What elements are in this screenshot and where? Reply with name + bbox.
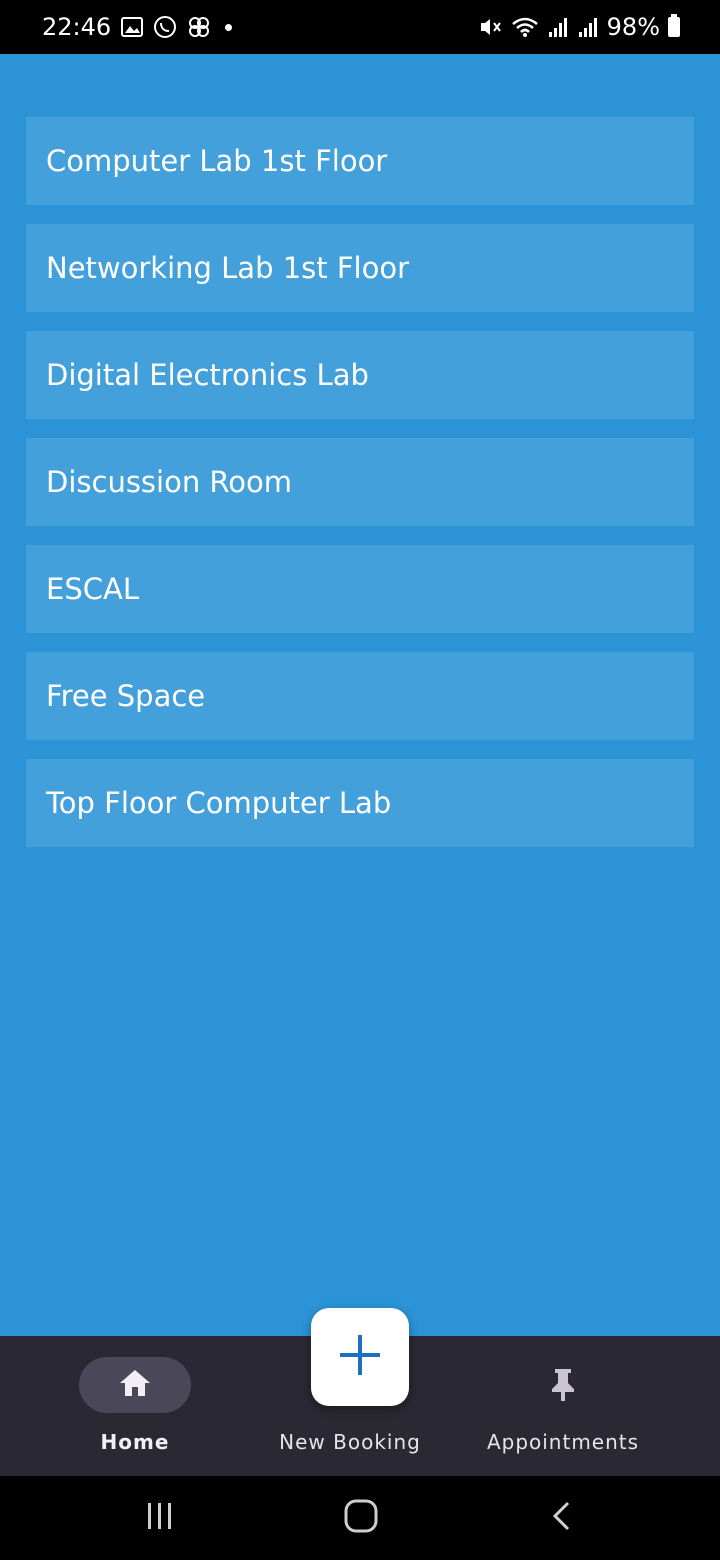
- home-button-icon: [343, 1498, 379, 1538]
- room-label: Computer Lab 1st Floor: [46, 144, 388, 178]
- status-bar: 22:46 98%: [0, 0, 720, 54]
- wifi-icon: [511, 16, 539, 38]
- room-item-free-space[interactable]: Free Space: [26, 652, 694, 740]
- room-item-digital-electronics-lab[interactable]: Digital Electronics Lab: [26, 331, 694, 419]
- nav-appointments[interactable]: Appointments: [473, 1336, 653, 1476]
- back-button[interactable]: [548, 1498, 576, 1538]
- signal-icon: [547, 16, 569, 38]
- room-label: Free Space: [46, 679, 206, 713]
- home-active-indicator: [79, 1357, 191, 1413]
- back-icon: [548, 1500, 576, 1536]
- recent-apps-button[interactable]: [144, 1498, 176, 1538]
- home-icon: [118, 1368, 152, 1402]
- room-item-top-floor-computer-lab[interactable]: Top Floor Computer Lab: [26, 759, 694, 847]
- system-navigation-bar: [0, 1476, 720, 1560]
- app-icon: [187, 15, 211, 39]
- room-label: Top Floor Computer Lab: [46, 786, 392, 820]
- new-booking-fab[interactable]: [311, 1308, 409, 1406]
- room-label: Networking Lab 1st Floor: [46, 251, 409, 285]
- nav-new-booking-label: New Booking: [279, 1430, 421, 1454]
- room-list: Computer Lab 1st Floor Networking Lab 1s…: [26, 117, 694, 866]
- home-system-button[interactable]: [343, 1498, 379, 1538]
- pin-icon: [549, 1357, 577, 1413]
- room-label: Digital Electronics Lab: [46, 358, 369, 392]
- signal-icon: [577, 16, 599, 38]
- status-time: 22:46: [42, 13, 112, 41]
- battery-icon: [668, 14, 680, 37]
- mute-icon: [479, 16, 503, 38]
- notification-dot-icon: [225, 23, 233, 31]
- plus-icon: [338, 1333, 382, 1381]
- battery-percentage: 98%: [606, 13, 660, 41]
- nav-home-label: Home: [100, 1430, 170, 1454]
- nav-home[interactable]: Home: [56, 1336, 214, 1476]
- whatsapp-icon: [153, 15, 177, 39]
- nav-appointments-label: Appointments: [486, 1430, 640, 1454]
- room-item-escal[interactable]: ESCAL: [26, 545, 694, 633]
- room-item-discussion-room[interactable]: Discussion Room: [26, 438, 694, 526]
- room-item-networking-lab-1st-floor[interactable]: Networking Lab 1st Floor: [26, 224, 694, 312]
- room-item-computer-lab-1st-floor[interactable]: Computer Lab 1st Floor: [26, 117, 694, 205]
- gallery-icon: [121, 17, 144, 37]
- recent-apps-icon: [144, 1500, 176, 1536]
- room-label: ESCAL: [46, 572, 139, 606]
- room-label: Discussion Room: [46, 465, 293, 499]
